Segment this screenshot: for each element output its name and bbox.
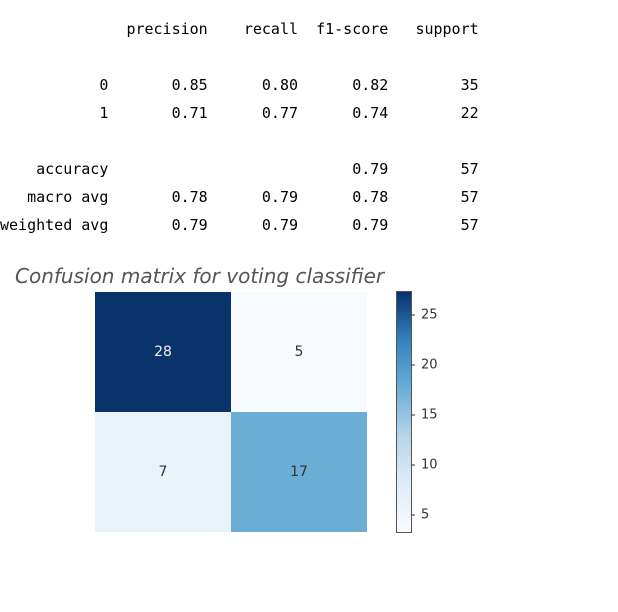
classification-report: precision recall f1-score support 0 0.85…: [0, 0, 618, 239]
colorbar-tick: 15: [411, 408, 438, 423]
report-row-accuracy: accuracy 0.79 57: [0, 160, 479, 178]
report-row-0: 0 0.85 0.80 0.82 35: [0, 76, 479, 94]
cm-cell-0-1: 5: [231, 292, 367, 412]
cm-cell-0-0: 28: [95, 292, 231, 412]
colorbar-tick: 5: [411, 508, 429, 523]
report-row-macro: macro avg 0.78 0.79 0.78 57: [0, 188, 479, 206]
report-row-1: 1 0.71 0.77 0.74 22: [0, 104, 479, 122]
confusion-matrix-grid: 28 5 7 17: [95, 292, 367, 532]
report-row-weighted: weighted avg 0.79 0.79 0.79 57: [0, 216, 479, 234]
cm-cell-1-1: 17: [231, 412, 367, 532]
colorbar: 25 20 15 10 5: [397, 292, 451, 532]
chart-title: Confusion matrix for voting classifier: [15, 264, 618, 288]
colorbar-tick: 20: [411, 358, 438, 373]
cm-cell-1-0: 7: [95, 412, 231, 532]
report-header-line: precision recall f1-score support: [0, 20, 479, 38]
confusion-matrix-figure: Confusion matrix for voting classifier 2…: [0, 264, 618, 532]
colorbar-ticks: 25 20 15 10 5: [411, 292, 451, 532]
colorbar-tick: 25: [411, 308, 438, 323]
colorbar-gradient: [397, 292, 411, 532]
colorbar-tick: 10: [411, 458, 438, 473]
